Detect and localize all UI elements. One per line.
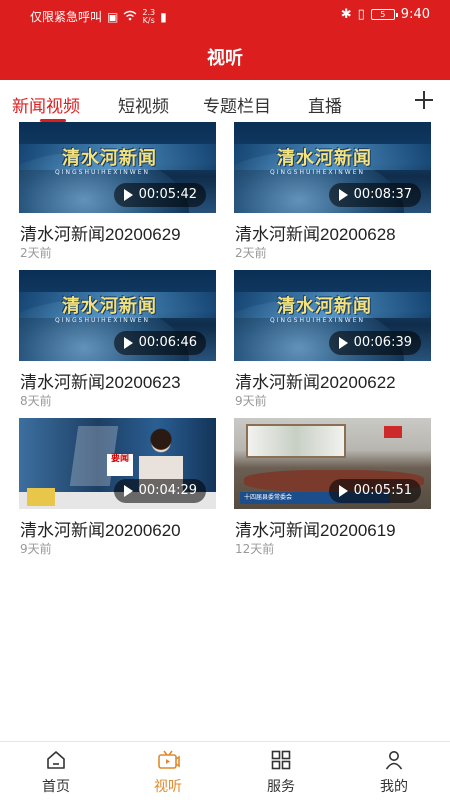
duration-text: 00:08:37 (353, 187, 412, 202)
video-title[interactable]: 清水河新闻20200629 (20, 220, 181, 245)
app-screen: 仅限紧急呼叫 ▣ 2.3 K/s ▮ ✱ ▯ 5 9:40 视听 新闻视频 短视 (0, 0, 450, 800)
thumbnail-logo-sub: QINGSHUIHEXINWEN (270, 169, 365, 176)
bottom-nav: 首页 视听 服务 我的 (0, 741, 450, 800)
video-thumbnail: 清水河新闻 QINGSHUIHEXINWEN 00:06:46 (19, 270, 216, 361)
nav-service[interactable]: 服务 (225, 742, 337, 800)
duration-text: 00:04:29 (138, 483, 197, 498)
play-icon (338, 337, 348, 349)
nav-home[interactable]: 首页 (0, 742, 112, 800)
video-time: 2天前 (20, 246, 52, 260)
thumbnail-logo-sub: QINGSHUIHEXINWEN (55, 317, 150, 324)
tab-short-video[interactable]: 短视频 (118, 92, 169, 117)
video-title[interactable]: 清水河新闻20200623 (20, 368, 181, 393)
status-left: 仅限紧急呼叫 ▣ 2.3 K/s ▮ (30, 8, 167, 25)
video-title[interactable]: 清水河新闻20200622 (235, 368, 396, 393)
video-thumbnail: 清水河新闻 QINGSHUIHEXINWEN 00:05:42 (19, 122, 216, 213)
duration-badge: 00:06:46 (113, 331, 206, 355)
play-icon (123, 337, 133, 349)
grid-icon (271, 750, 291, 770)
nav-home-label: 首页 (42, 779, 70, 795)
video-thumbnail: 清水河新闻 QINGSHUIHEXINWEN 00:06:39 (234, 270, 431, 361)
video-time: 9天前 (20, 542, 52, 556)
video-time: 12天前 (235, 542, 275, 556)
play-icon (338, 189, 348, 201)
clock-time: 9:40 (400, 7, 430, 22)
duration-text: 00:05:42 (138, 187, 197, 202)
category-tabs: 新闻视频 短视频 专题栏目 直播 (0, 80, 450, 124)
thumbnail-logo: 清水河新闻 (62, 148, 157, 169)
duration-badge: 00:04:29 (113, 479, 206, 503)
video-time: 8天前 (20, 394, 52, 408)
bluetooth-icon: ✱ (340, 7, 352, 22)
carrier-text: 仅限紧急呼叫 (30, 10, 103, 24)
duration-badge: 00:08:37 (328, 183, 421, 207)
thumbnail-logo: 清水河新闻 (62, 296, 157, 317)
video-thumbnail: 清水河新闻 QINGSHUIHEXINWEN 00:08:37 (234, 122, 431, 213)
duration-text: 00:06:46 (138, 335, 197, 350)
page-title: 视听 (207, 48, 243, 69)
video-card[interactable]: 十四届县委常委会 00:05:51 清水河新闻20200619 12天前 (234, 418, 431, 563)
video-title[interactable]: 清水河新闻20200619 (235, 516, 396, 541)
vibrate-icon: ▯ (357, 7, 365, 22)
wall-painting (246, 424, 346, 458)
nav-mine-label: 我的 (380, 779, 408, 795)
sim-icon: ▣ (107, 9, 119, 24)
video-card[interactable]: 清水河新闻 QINGSHUIHEXINWEN 00:05:42 清水河新闻202… (19, 122, 216, 267)
net-speed-unit: K/s (142, 15, 155, 25)
video-card[interactable]: 清水河新闻 QINGSHUIHEXINWEN 00:06:39 清水河新闻202… (234, 270, 431, 415)
duration-text: 00:05:51 (353, 483, 412, 498)
duration-badge: 00:06:39 (328, 331, 421, 355)
duration-badge: 00:05:51 (328, 479, 421, 503)
play-icon (123, 189, 133, 201)
tab-special-column[interactable]: 专题栏目 (203, 92, 271, 117)
flag-shape (384, 426, 402, 438)
video-thumbnail: 十四届县委常委会 00:05:51 (234, 418, 431, 509)
tab-news-video[interactable]: 新闻视频 (12, 92, 80, 117)
play-icon (338, 485, 348, 497)
video-time: 9天前 (235, 394, 267, 408)
video-icon (158, 750, 180, 770)
video-card[interactable]: 清水河新闻 QINGSHUIHEXINWEN 00:06:46 清水河新闻202… (19, 270, 216, 415)
battery-level: 5 (380, 10, 386, 19)
battery-icon: 5 (370, 9, 398, 20)
video-title[interactable]: 清水河新闻20200628 (235, 220, 396, 245)
home-icon (46, 750, 66, 770)
status-bar: 仅限紧急呼叫 ▣ 2.3 K/s ▮ ✱ ▯ 5 9:40 (0, 0, 450, 30)
plus-icon[interactable] (414, 90, 434, 114)
nav-video[interactable]: 视听 (112, 742, 224, 800)
video-thumbnail: 要闻 00:04:29 (19, 418, 216, 509)
video-time: 2天前 (235, 246, 267, 260)
tab-live[interactable]: 直播 (308, 92, 342, 117)
wifi-icon (123, 10, 137, 24)
nav-mine[interactable]: 我的 (338, 742, 450, 800)
user-icon (384, 750, 404, 770)
status-right: ✱ ▯ 5 9:40 (341, 7, 430, 22)
thumbnail-logo: 清水河新闻 (277, 148, 372, 169)
thumbnail-logo-block (27, 488, 55, 506)
header-bar: 仅限紧急呼叫 ▣ 2.3 K/s ▮ ✱ ▯ 5 9:40 视听 (0, 0, 450, 80)
thumbnail-logo-sub: QINGSHUIHEXINWEN (55, 169, 150, 176)
video-title[interactable]: 清水河新闻20200620 (20, 516, 181, 541)
thumbnail-logo-sub: QINGSHUIHEXINWEN (270, 317, 365, 324)
video-card[interactable]: 要闻 00:04:29 清水河新闻20200620 9天前 (19, 418, 216, 563)
thumbnail-tag: 要闻 (107, 454, 133, 476)
play-icon (123, 485, 133, 497)
notification-icon: ▮ (160, 9, 167, 24)
duration-text: 00:06:39 (353, 335, 412, 350)
nav-video-label: 视听 (154, 779, 182, 795)
video-card[interactable]: 清水河新闻 QINGSHUIHEXINWEN 00:08:37 清水河新闻202… (234, 122, 431, 267)
nav-service-label: 服务 (267, 779, 295, 795)
thumbnail-logo: 清水河新闻 (277, 296, 372, 317)
net-speed: 2.3 K/s (142, 8, 155, 25)
duration-badge: 00:05:42 (113, 183, 206, 207)
